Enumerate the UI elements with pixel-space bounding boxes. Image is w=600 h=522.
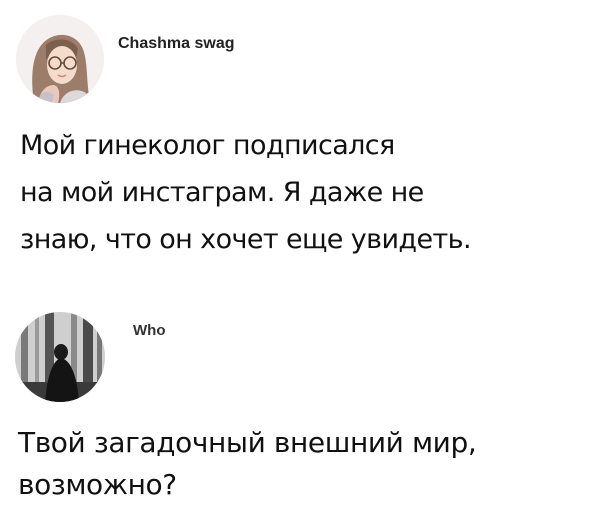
post-text-line: возможно?: [18, 468, 177, 501]
author-name[interactable]: Who: [133, 322, 165, 339]
post-text: Мой гинеколог подписался на мой инстагра…: [20, 122, 580, 263]
post-text-line: Мой гинеколог подписался: [20, 130, 395, 161]
author-avatar[interactable]: [16, 15, 104, 103]
post-text-line: знаю, что он хочет еще увидеть.: [20, 224, 472, 255]
post-text-line: Твой загадочный внешний мир,: [18, 426, 477, 459]
post-original: Chashma swag Мой гинеколог подписался на…: [0, 0, 600, 270]
author-name[interactable]: Chashma swag: [118, 35, 234, 53]
post-text-line: на мой инстаграм. Я даже не: [20, 177, 424, 208]
post-reply: Who Твой загадочный внешний мир, возможн…: [0, 290, 600, 522]
dark-figure-in-forest-avatar-icon: [15, 312, 105, 402]
author-avatar[interactable]: [15, 312, 105, 402]
girl-with-glasses-avatar-icon: [16, 15, 104, 103]
post-text: Твой загадочный внешний мир, возможно?: [18, 422, 588, 506]
